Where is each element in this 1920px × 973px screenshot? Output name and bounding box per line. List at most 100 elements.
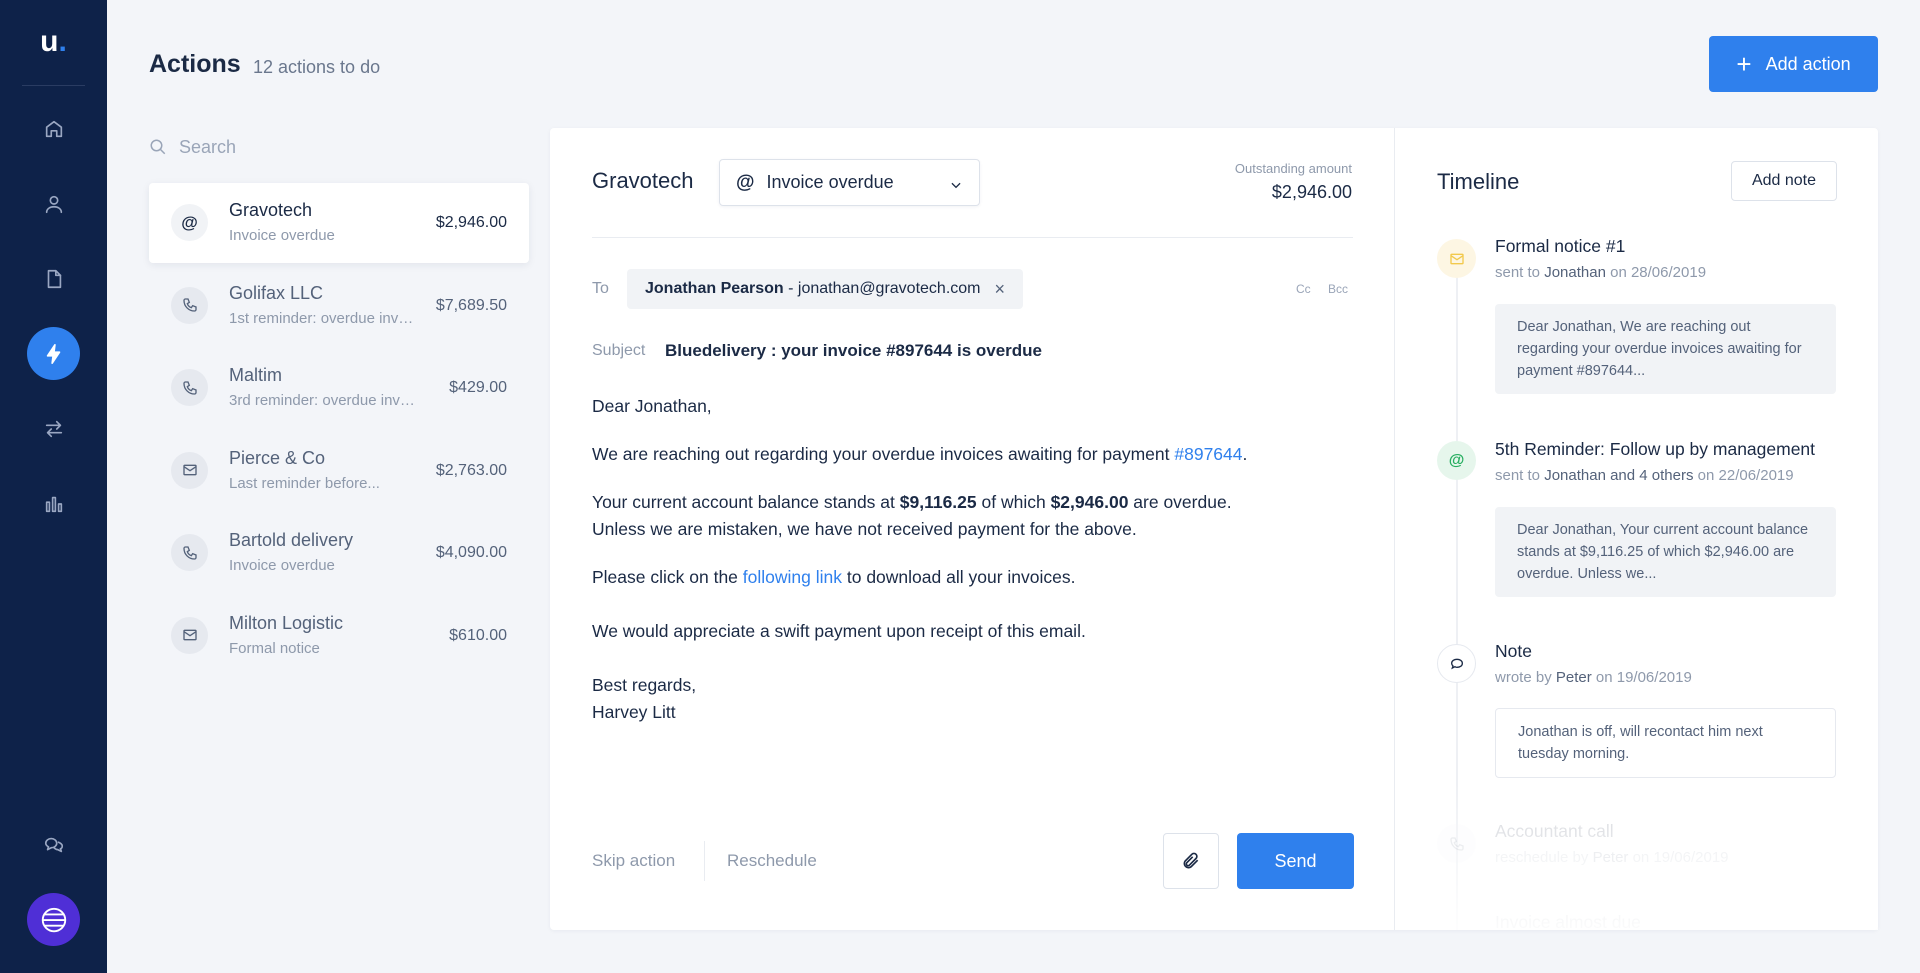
list-item-subtitle: Last reminder before... <box>229 474 380 492</box>
list-item-subtitle: 1st reminder: overdue invoices <box>229 309 421 327</box>
recipient-text: Jonathan Pearson - jonathan@gravotech.co… <box>645 280 981 298</box>
user-avatar[interactable] <box>27 893 80 946</box>
bcc-toggle[interactable]: Bcc <box>1328 282 1348 296</box>
attach-button[interactable] <box>1163 833 1219 889</box>
nav-transfers[interactable] <box>27 402 80 455</box>
recipient-name: Jonathan Pearson <box>645 280 784 297</box>
reschedule-button[interactable]: Reschedule <box>727 851 817 871</box>
document-icon <box>47 269 61 288</box>
email-paragraph-3: Please click on the following link to do… <box>592 564 1353 591</box>
nav-documents[interactable] <box>27 252 80 305</box>
search-input[interactable] <box>179 136 479 158</box>
action-type-value: Invoice overdue <box>766 172 894 192</box>
email-signoff: Best regards, <box>592 675 697 695</box>
email-composer: Gravotech @ Invoice overdue Outstanding … <box>550 128 1395 930</box>
list-item[interactable]: Golifax LLC 1st reminder: overdue invoic… <box>149 266 529 346</box>
nav-contacts[interactable] <box>27 177 80 230</box>
skip-action-button[interactable]: Skip action <box>592 851 675 871</box>
to-label: To <box>592 280 609 297</box>
email-greeting: Dear Jonathan, <box>592 396 712 416</box>
cc-toggle[interactable]: Cc <box>1296 282 1311 296</box>
meta-person: Peter <box>1592 849 1629 866</box>
meta-text: on 19/06/2019 <box>1591 669 1692 686</box>
subject-field[interactable]: Bluedelivery : your invoice #897644 is o… <box>665 341 1042 361</box>
list-item-name: Gravotech <box>229 200 313 220</box>
timeline-event-meta: reschedule by Peter on 19/06/2019 <box>1495 849 1729 866</box>
meta-text: on 19/06/2019 <box>1628 849 1729 866</box>
chat-icon <box>44 837 63 852</box>
invoice-link[interactable]: #897644 <box>1174 444 1242 464</box>
bar-chart-icon <box>45 496 62 512</box>
action-detail-card: Gravotech @ Invoice overdue Outstanding … <box>550 128 1878 930</box>
actions-count: 12 actions to do <box>253 57 381 77</box>
timeline-event-preview: Dear Jonathan, We are reaching out regar… <box>1495 304 1836 394</box>
meta-person: Jonathan and 4 others <box>1544 467 1694 484</box>
list-item[interactable]: Pierce & Co Last reminder before... $2,7… <box>149 431 529 511</box>
phone-icon <box>171 534 208 572</box>
email-text: to download all your invoices. <box>842 567 1076 587</box>
list-item[interactable]: @ Gravotech Invoice overdue $2,946.00 <box>149 183 529 263</box>
footer-divider <box>704 841 705 881</box>
email-body[interactable]: Dear Jonathan, We are reaching out regar… <box>592 393 1353 726</box>
list-item-subtitle: Invoice overdue <box>229 227 335 244</box>
list-item-amount: $610.00 <box>449 626 507 644</box>
plus-icon: + <box>1736 49 1752 79</box>
meta-text: on 28/06/2019 <box>1605 264 1707 281</box>
email-text: We are reaching out regarding your overd… <box>592 444 1175 464</box>
chat-bubble-icon <box>1437 644 1476 683</box>
meta-text: reschedule by <box>1495 849 1593 866</box>
nav-actions[interactable] <box>27 327 80 380</box>
transfer-icon <box>45 420 62 437</box>
lightning-icon <box>46 343 60 364</box>
email-text: . <box>1242 444 1248 464</box>
add-action-button[interactable]: + Add action <box>1709 36 1878 92</box>
outstanding-amount: $2,946.00 <box>1271 182 1352 202</box>
timeline-event-meta: sent to Jonathan on 28/06/2019 <box>1495 264 1706 281</box>
header-divider <box>592 237 1353 238</box>
timeline-event-meta: wrote by Peter on 19/06/2019 <box>1495 669 1692 686</box>
send-button[interactable]: Send <box>1237 833 1354 889</box>
at-icon: @ <box>1437 441 1476 480</box>
list-item-amount: $4,090.00 <box>435 544 507 562</box>
mail-icon <box>1437 239 1476 278</box>
paperclip-icon <box>1183 852 1199 869</box>
logo-dot: . <box>58 25 67 58</box>
logo-letter: u <box>40 25 59 58</box>
download-link[interactable]: following link <box>743 567 842 587</box>
list-item[interactable]: Bartold delivery Invoice overdue $4,090.… <box>149 513 529 593</box>
action-type-dropdown[interactable]: @ Invoice overdue <box>719 159 980 206</box>
email-text: of which <box>976 492 1051 512</box>
mail-icon <box>171 616 208 654</box>
overdue-amount: $2,946.00 <box>1050 492 1129 512</box>
list-item-name: Milton Logistic <box>229 612 344 633</box>
recipient-chip[interactable]: Jonathan Pearson - jonathan@gravotech.co… <box>627 269 1024 309</box>
nav-messages[interactable] <box>27 818 80 871</box>
add-note-button[interactable]: Add note <box>1731 161 1837 201</box>
list-item-subtitle: Formal notice <box>229 639 320 657</box>
at-icon: @ <box>736 171 755 193</box>
list-item[interactable]: Milton Logistic Formal notice $610.00 <box>149 596 529 676</box>
list-item[interactable]: Maltim 3rd reminder: overdue invoices $4… <box>149 348 529 428</box>
timeline-event-title: 5th Reminder: Follow up by management <box>1495 439 1816 459</box>
app-logo[interactable]: u. <box>0 22 107 62</box>
list-item-name: Pierce & Co <box>229 447 326 468</box>
timeline-event-title: Invoice almost due <box>1495 912 1641 930</box>
nav-reports[interactable] <box>27 477 80 530</box>
email-paragraph-2: Your current account balance stands at $… <box>592 489 1353 543</box>
meta-text: sent to <box>1495 467 1545 484</box>
list-item-amount: $429.00 <box>449 379 507 397</box>
home-icon <box>45 120 62 137</box>
timeline-event-preview: Jonathan is off, will recontact him next… <box>1495 708 1836 778</box>
chevron-down-icon <box>949 176 963 190</box>
meta-text: sent to <box>1495 264 1545 281</box>
user-icon <box>45 195 62 213</box>
email-text: are overdue. <box>1128 492 1232 512</box>
close-icon[interactable]: × <box>995 279 1006 300</box>
email-paragraph-4: We would appreciate a swift payment upon… <box>592 621 1086 641</box>
email-text: Your current account balance stands at <box>592 492 900 512</box>
subject-label: Subject <box>592 342 646 359</box>
email-text: Unless we are mistaken, we have not rece… <box>592 519 1137 539</box>
page-title: Actions <box>149 50 241 78</box>
list-item-amount: $2,763.00 <box>435 461 507 479</box>
nav-home[interactable] <box>27 102 80 155</box>
